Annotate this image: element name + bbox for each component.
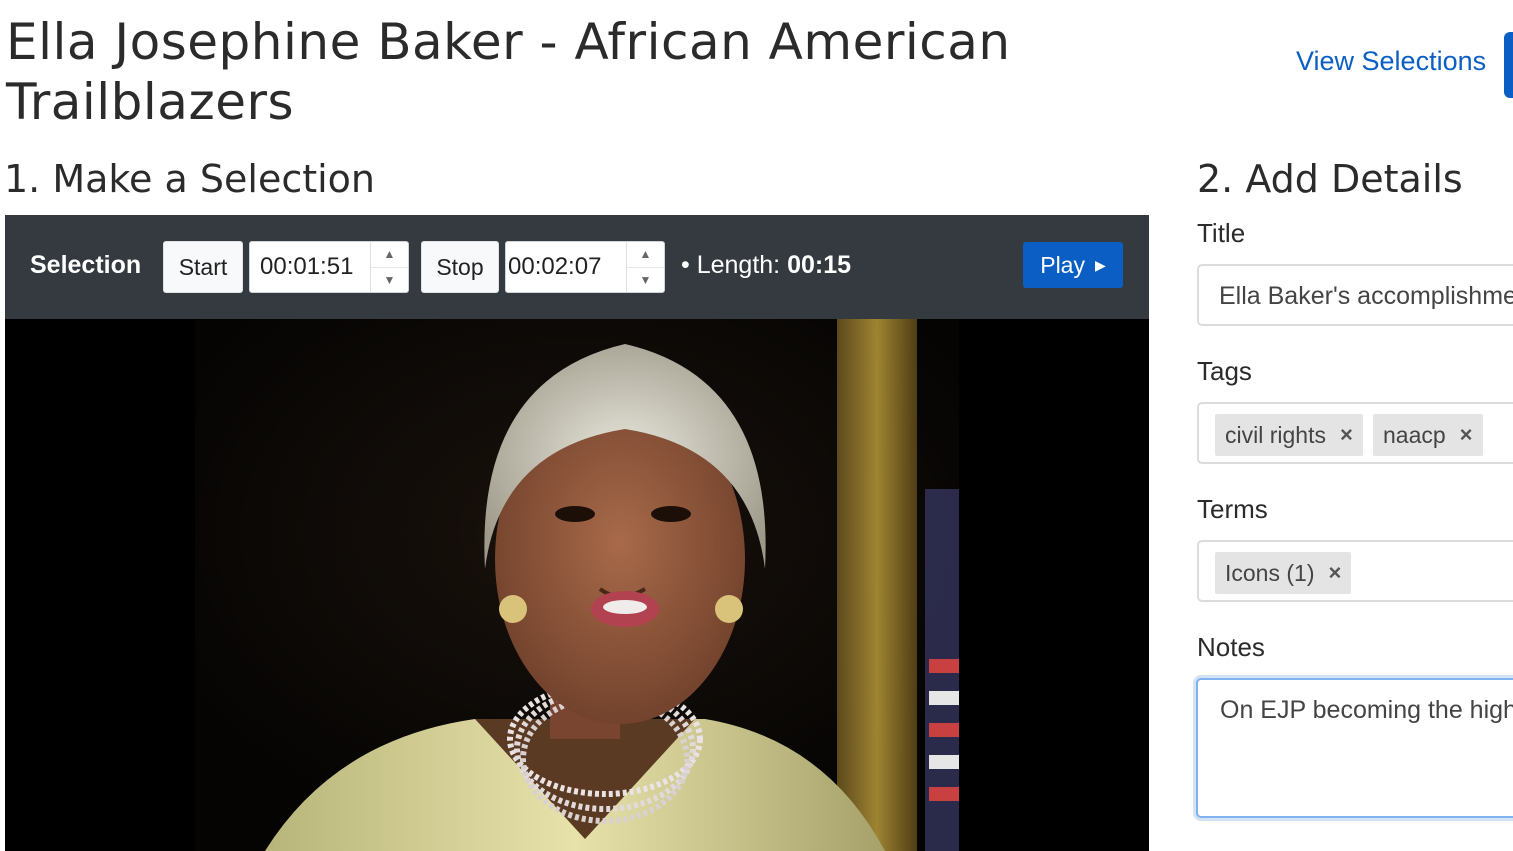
selection-length: • Length: 00:15	[681, 251, 851, 280]
primary-action-button[interactable]	[1504, 32, 1513, 98]
terms-input[interactable]: Icons (1) ×	[1197, 540, 1513, 602]
tag-label: civil rights	[1225, 421, 1326, 448]
tag-chip: naacp ×	[1373, 414, 1483, 456]
close-icon[interactable]: ×	[1340, 422, 1353, 448]
make-selection-heading: 1. Make a Selection	[4, 157, 376, 201]
play-label: Play	[1040, 251, 1085, 278]
page-title: Ella Josephine Baker - African American …	[6, 13, 1011, 131]
tags-label: Tags	[1197, 356, 1252, 386]
stop-time-input[interactable]: 00:02:07 ▲ ▼	[505, 241, 665, 293]
add-details-heading: 2. Add Details	[1197, 157, 1463, 201]
close-icon[interactable]: ×	[1460, 422, 1473, 448]
start-button[interactable]: Start	[163, 241, 243, 293]
stop-button[interactable]: Stop	[421, 241, 499, 293]
notes-label: Notes	[1197, 632, 1265, 662]
chevron-down-icon[interactable]: ▼	[371, 266, 408, 293]
chevron-up-icon[interactable]: ▲	[371, 242, 408, 267]
video-player[interactable]	[5, 319, 1149, 851]
chevron-down-icon[interactable]: ▼	[627, 266, 664, 293]
chevron-up-icon[interactable]: ▲	[627, 242, 664, 267]
title-value: Ella Baker's accomplishments	[1219, 282, 1513, 310]
start-time-input[interactable]: 00:01:51 ▲ ▼	[249, 241, 409, 293]
selection-toolbar: Selection Start 00:01:51 ▲ ▼ Stop 00:02:…	[5, 215, 1149, 319]
tag-chip: civil rights ×	[1215, 414, 1363, 456]
close-icon[interactable]: ×	[1328, 560, 1341, 586]
play-button[interactable]: Play ▶	[1023, 242, 1123, 288]
tag-label: naacp	[1383, 421, 1446, 448]
title-input[interactable]: Ella Baker's accomplishments	[1197, 264, 1513, 326]
term-chip: Icons (1) ×	[1215, 552, 1352, 594]
video-frame	[195, 319, 959, 851]
length-value: 00:15	[787, 251, 852, 279]
term-label: Icons (1)	[1225, 559, 1315, 586]
stop-time-value: 00:02:07	[508, 253, 602, 280]
stop-time-spinner[interactable]: ▲ ▼	[626, 242, 664, 292]
notes-textarea[interactable]: On EJP becoming the highest	[1196, 678, 1513, 818]
terms-label: Terms	[1197, 494, 1268, 524]
play-icon: ▶	[1094, 256, 1106, 273]
selection-label: Selection	[30, 251, 142, 279]
start-time-value: 00:01:51	[260, 253, 354, 280]
length-label: • Length:	[681, 251, 781, 279]
view-selections-link[interactable]: View Selections	[1296, 46, 1486, 77]
title-label: Title	[1197, 218, 1246, 248]
tags-input[interactable]: civil rights × naacp ×	[1197, 402, 1513, 464]
notes-value: On EJP becoming the highest	[1220, 696, 1513, 724]
start-time-spinner[interactable]: ▲ ▼	[370, 242, 408, 292]
